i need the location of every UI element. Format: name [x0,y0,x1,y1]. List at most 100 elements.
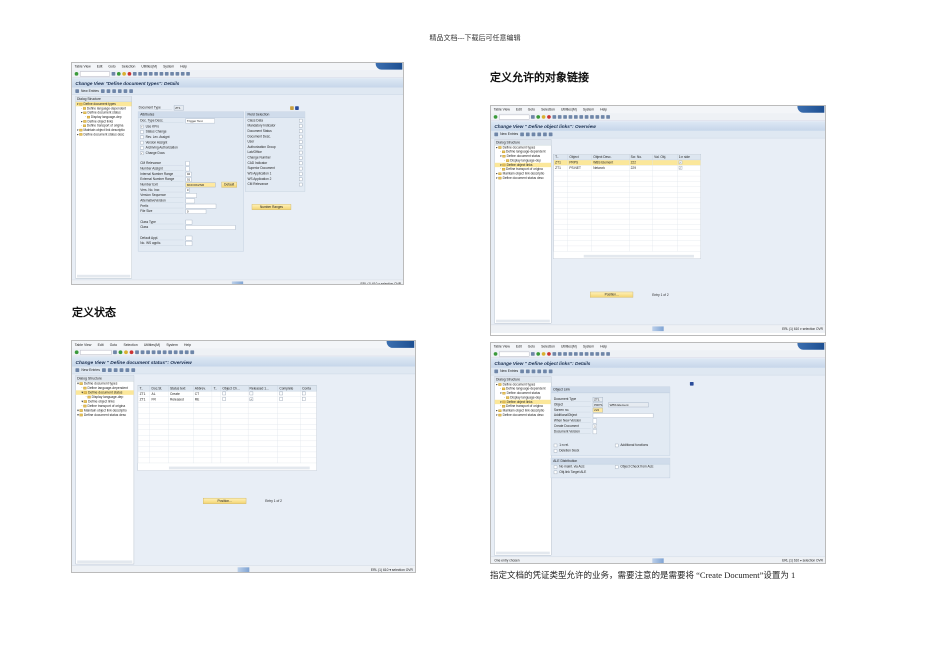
table-cell[interactable] [211,457,221,464]
field-input[interactable]: Trigger Test [185,118,215,124]
cell-checkbox[interactable] [279,391,283,396]
first-page-icon[interactable] [568,352,573,356]
copy-icon[interactable] [520,132,524,137]
tree-item[interactable]: ▾ Define document status desc [495,176,551,180]
checkbox[interactable] [614,443,619,447]
checkbox-row[interactable]: Rev. Lev. Assignt [140,135,170,139]
menu-item-system[interactable]: System [583,108,594,112]
deselect-icon[interactable] [131,368,136,373]
checkbox-use-kpro[interactable]: ✓ [140,124,144,129]
tree-horizontal-scrollbar[interactable] [496,319,550,323]
info-icon[interactable] [295,106,299,110]
field-selection-checkbox[interactable] [299,177,303,181]
first-page-icon[interactable] [568,115,573,119]
tree-item[interactable]: ▾ Define document status desc [76,132,132,137]
menu-item-utilitiesm[interactable]: Utilities(M) [141,65,157,69]
menu-item-selection[interactable]: Selection [541,345,555,349]
menu-item-utilitiesm[interactable]: Utilities(M) [144,343,160,347]
checkbox-archiving-authorization[interactable] [140,146,144,150]
save-icon[interactable] [113,350,117,355]
cell-checkbox[interactable] [222,397,226,401]
menu-item-edit[interactable]: Edit [516,345,522,349]
undo-icon[interactable] [112,89,116,93]
table-cell[interactable] [149,457,169,464]
field-selection-checkbox[interactable] [299,182,303,187]
back-icon[interactable] [536,115,541,119]
table-cell[interactable] [652,245,678,252]
next-page-icon[interactable] [579,115,584,119]
tree-item[interactable]: · Define language-dependent [76,386,134,390]
deselect-icon[interactable] [129,89,133,93]
checkbox-row[interactable]: 1:n rel. [553,443,569,447]
cell-checkbox[interactable] [222,391,226,396]
checkbox[interactable] [553,470,558,474]
cell-checkbox[interactable] [279,397,283,401]
tree-horizontal-scrollbar[interactable] [496,551,550,555]
field-input[interactable]: 0 [185,187,190,193]
table-cell[interactable] [277,457,301,464]
find-next-icon[interactable] [146,350,150,355]
checkbox-rev-lev-assignt[interactable] [140,135,144,139]
display-change-icon[interactable] [75,368,80,373]
last-page-icon[interactable] [168,350,173,355]
field-selection-checkbox[interactable] [299,118,303,123]
checkbox-row[interactable]: Version Assignt [140,141,167,144]
checkbox-row[interactable]: Archiving Authorization [140,146,178,150]
find-icon[interactable] [557,352,562,356]
menu-item-selection[interactable]: Selection [541,108,555,112]
exit-icon[interactable] [122,71,126,76]
tree-item[interactable]: ▾ Maintain object link descriptio [76,408,134,413]
table-cell[interactable] [137,457,151,464]
cell-checkbox[interactable]: ✓ [249,397,253,402]
field-input[interactable] [185,203,217,209]
last-page-icon[interactable] [584,115,589,119]
delete-icon[interactable] [525,369,530,374]
enter-icon[interactable] [74,350,79,355]
select-all-icon[interactable] [537,369,542,374]
menu-item-tableview[interactable]: Table View [494,345,510,349]
field-input[interactable] [185,198,195,204]
command-field[interactable] [80,349,112,355]
menu-item-edit[interactable]: Edit [97,65,103,69]
undo-icon[interactable] [531,132,536,137]
layout-icon[interactable] [190,350,195,355]
number-ranges-button[interactable]: Number Ranges [251,204,292,210]
info-icon[interactable] [689,381,694,386]
field-selection-checkbox[interactable] [299,145,303,149]
checkbox[interactable] [553,443,558,447]
new-session-icon[interactable] [173,350,178,355]
field-selection-checkbox[interactable] [299,166,303,171]
new-session-icon[interactable] [170,71,174,76]
menu-item-goto[interactable]: Goto [110,343,117,347]
help-icon[interactable] [180,71,185,76]
field-selection-checkbox[interactable] [299,124,303,128]
table-cell[interactable] [591,245,630,252]
shortcut-icon[interactable] [595,352,600,356]
deselect-icon[interactable] [548,132,553,137]
checkbox-row[interactable]: Additional functions [614,443,648,447]
cell-checkbox[interactable] [249,391,253,396]
shortcut-icon[interactable] [595,115,600,119]
shortcut-icon[interactable] [175,71,180,76]
field-input[interactable] [592,418,597,424]
menu-item-goto[interactable]: Goto [528,345,535,349]
undo-icon[interactable] [113,368,118,373]
save-icon[interactable] [530,352,535,356]
checkbox-change-docs[interactable]: ✓ [140,151,144,155]
command-field[interactable] [79,71,110,77]
field-input[interactable]: 1 [592,423,597,429]
new-entries-button[interactable]: New Entries [81,368,100,372]
first-page-icon[interactable] [151,350,156,355]
layout-icon[interactable] [606,352,610,356]
next-page-icon[interactable] [162,350,167,355]
sap-window-controls[interactable] [386,341,415,348]
copy-icon[interactable] [100,89,105,93]
print-icon[interactable] [552,115,557,119]
checkbox[interactable] [614,465,619,469]
table-cell[interactable] [300,457,317,464]
field-input[interactable]: 01 [185,177,192,182]
field-input[interactable]: 222 [592,407,603,413]
select-all-icon[interactable] [117,89,122,93]
menu-item-system[interactable]: System [166,343,178,347]
menu-item-help[interactable]: Help [600,345,607,349]
